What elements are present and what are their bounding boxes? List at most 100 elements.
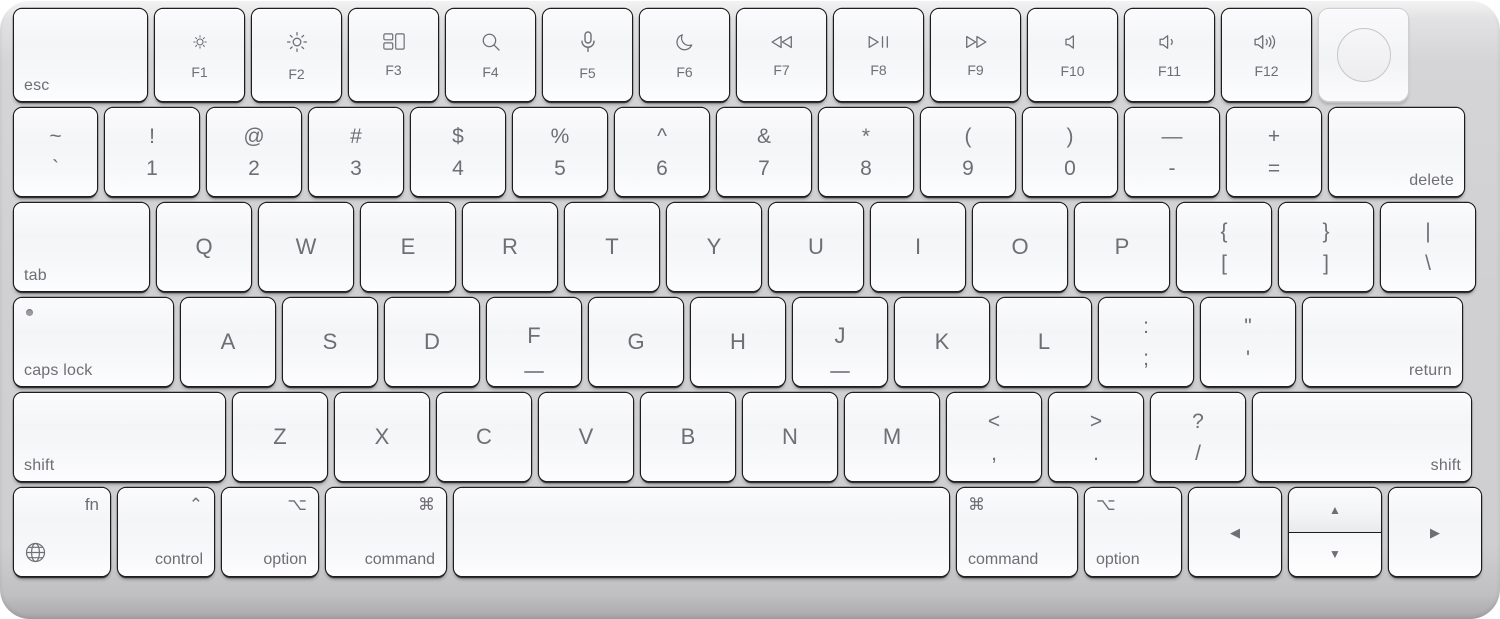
key-command-left[interactable]: ⌘ command	[326, 488, 446, 576]
key-arrow-right[interactable]: ▶	[1389, 488, 1481, 576]
key-command-right-label: command	[968, 551, 1039, 568]
key-f2[interactable]: F2	[252, 9, 341, 101]
key-slash[interactable]: ? /	[1151, 393, 1245, 481]
key-t-label: T	[605, 234, 619, 259]
key-f4[interactable]: F4	[446, 9, 535, 101]
key-shift-right[interactable]: shift	[1253, 393, 1471, 481]
key-0[interactable]: ) 0	[1023, 108, 1117, 196]
key-f7[interactable]: F7	[737, 9, 826, 101]
key-fn[interactable]: fn	[14, 488, 110, 576]
key-bracket-right[interactable]: }]	[1279, 203, 1373, 291]
key-6[interactable]: ^ 6	[615, 108, 709, 196]
key-option-right[interactable]: ⌥ option	[1085, 488, 1181, 576]
key-grave[interactable]: ~ `	[14, 108, 97, 196]
key-8[interactable]: * 8	[819, 108, 913, 196]
key-n-label: N	[782, 424, 798, 449]
key-w[interactable]: W	[259, 203, 353, 291]
arrow-right-icon: ▶	[1430, 524, 1440, 540]
key-n[interactable]: N	[743, 393, 837, 481]
key-h[interactable]: H	[691, 298, 785, 386]
brightness-down-icon	[190, 32, 210, 52]
key-delete[interactable]: delete	[1329, 108, 1464, 196]
key-command-right[interactable]: ⌘ command	[957, 488, 1077, 576]
key-f3[interactable]: F3	[349, 9, 438, 101]
key-bracket-left[interactable]: {[	[1177, 203, 1271, 291]
key-g[interactable]: G	[589, 298, 683, 386]
key-e[interactable]: E	[361, 203, 455, 291]
key-touch-id[interactable]	[1319, 9, 1408, 101]
key-v[interactable]: V	[539, 393, 633, 481]
key-7-shift-label: &	[756, 124, 771, 148]
key-tab[interactable]: tab	[14, 203, 149, 291]
key-f1[interactable]: F1	[155, 9, 244, 101]
key-l[interactable]: L	[997, 298, 1091, 386]
key-i[interactable]: I	[871, 203, 965, 291]
key-caps-lock[interactable]: caps lock	[14, 298, 173, 386]
key-equal-label: =	[1267, 156, 1281, 180]
key-option-left[interactable]: ⌥ option	[222, 488, 318, 576]
key-r[interactable]: R	[463, 203, 557, 291]
key-quote-label: '	[1245, 346, 1250, 370]
key-o[interactable]: O	[973, 203, 1067, 291]
key-u[interactable]: U	[769, 203, 863, 291]
key-5[interactable]: % 5	[513, 108, 607, 196]
key-3[interactable]: #3	[309, 108, 403, 196]
key-control[interactable]: ⌃ control	[118, 488, 214, 576]
key-arrow-left[interactable]: ◀	[1189, 488, 1281, 576]
key-k-label: K	[934, 329, 950, 354]
key-j[interactable]: J	[793, 298, 887, 386]
key-f9[interactable]: F9	[931, 9, 1020, 101]
key-f8-label: F8	[870, 61, 887, 78]
key-period-shift-label: >	[1089, 409, 1103, 433]
key-d[interactable]: D	[385, 298, 479, 386]
key-2[interactable]: @2	[207, 108, 301, 196]
key-minus[interactable]: — -	[1125, 108, 1219, 196]
key-return[interactable]: return	[1303, 298, 1462, 386]
key-k[interactable]: K	[895, 298, 989, 386]
key-f[interactable]: F	[487, 298, 581, 386]
key-comma-shift-label: <	[987, 409, 1001, 433]
key-a[interactable]: A	[181, 298, 275, 386]
key-period[interactable]: >.	[1049, 393, 1143, 481]
key-q[interactable]: Q	[157, 203, 251, 291]
function-row: esc F1 F2 F3 F4 F5 F6 F7 F8 F9 F10 F11 F…	[14, 9, 1489, 101]
key-t[interactable]: T	[565, 203, 659, 291]
key-4[interactable]: $4	[411, 108, 505, 196]
key-backslash[interactable]: | \	[1381, 203, 1475, 291]
key-delete-label: delete	[1409, 172, 1454, 189]
key-p[interactable]: P	[1075, 203, 1169, 291]
key-9[interactable]: (9	[921, 108, 1015, 196]
key-f5[interactable]: F5	[543, 9, 632, 101]
key-m[interactable]: M	[845, 393, 939, 481]
key-esc[interactable]: esc	[14, 9, 147, 101]
key-f12[interactable]: F12	[1222, 9, 1311, 101]
key-comma[interactable]: <,	[947, 393, 1041, 481]
key-slash-label: /	[1195, 441, 1201, 465]
key-equal[interactable]: + =	[1227, 108, 1321, 196]
key-2-shift-label: @	[243, 124, 265, 148]
key-f10[interactable]: F10	[1028, 9, 1117, 101]
key-arrow-up[interactable]: ▲	[1289, 488, 1381, 532]
option-symbol-icon: ⌥	[1096, 495, 1116, 514]
key-b[interactable]: B	[641, 393, 735, 481]
key-space[interactable]	[454, 488, 949, 576]
brightness-up-icon	[285, 30, 309, 54]
key-y[interactable]: Y	[667, 203, 761, 291]
key-arrow-down[interactable]: ▼	[1289, 531, 1381, 576]
key-f6[interactable]: F6	[640, 9, 729, 101]
key-x[interactable]: X	[335, 393, 429, 481]
key-s[interactable]: S	[283, 298, 377, 386]
key-semicolon[interactable]: :;	[1099, 298, 1193, 386]
key-shift-left[interactable]: shift	[14, 393, 225, 481]
key-7[interactable]: & 7	[717, 108, 811, 196]
key-quote[interactable]: " '	[1201, 298, 1295, 386]
key-f10-label: F10	[1060, 62, 1085, 79]
key-c[interactable]: C	[437, 393, 531, 481]
key-f5-label: F5	[579, 64, 596, 81]
key-f8[interactable]: F8	[834, 9, 923, 101]
key-1[interactable]: ! 1	[105, 108, 199, 196]
key-f11[interactable]: F11	[1125, 9, 1214, 101]
key-z[interactable]: Z	[233, 393, 327, 481]
command-symbol-icon: ⌘	[418, 495, 435, 514]
key-l-label: L	[1037, 329, 1051, 354]
